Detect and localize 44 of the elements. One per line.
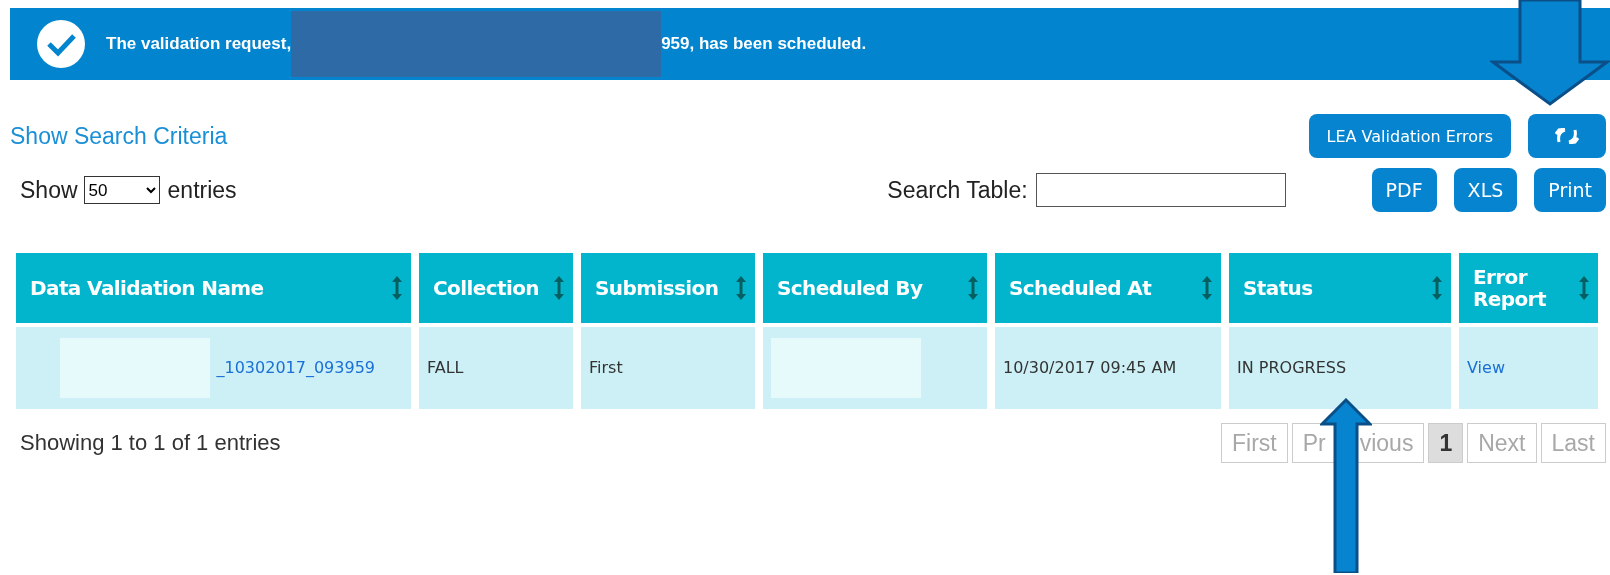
column-header[interactable]: Error Report bbox=[1459, 253, 1598, 323]
search-label: Search Table: bbox=[887, 176, 1028, 204]
column-header[interactable]: Scheduled At bbox=[995, 253, 1221, 323]
column-title: Collection bbox=[433, 277, 539, 299]
row-link[interactable]: _10302017_093959 bbox=[216, 355, 375, 381]
column-title: Scheduled At bbox=[1009, 277, 1152, 299]
page-button[interactable]: 1 bbox=[1428, 423, 1464, 463]
cell-text: First bbox=[589, 357, 623, 380]
sort-icon[interactable] bbox=[1201, 275, 1213, 301]
entries-select[interactable]: 50 bbox=[83, 176, 160, 204]
column-title: Data Validation Name bbox=[30, 277, 264, 299]
column-header[interactable]: Data Validation Name bbox=[16, 253, 411, 323]
refresh-icon bbox=[1554, 128, 1580, 144]
search-field[interactable] bbox=[1035, 173, 1286, 207]
cell-text: IN PROGRESS bbox=[1237, 357, 1347, 380]
export-button[interactable]: PDF bbox=[1371, 168, 1437, 212]
export-button[interactable]: XLS bbox=[1453, 168, 1518, 212]
column-title: Status bbox=[1243, 277, 1313, 299]
column-title: Submission bbox=[595, 277, 719, 299]
row-link[interactable]: View bbox=[1467, 355, 1505, 381]
show-label: Show bbox=[20, 176, 78, 204]
column-title: Scheduled By bbox=[777, 277, 923, 299]
sort-icon[interactable] bbox=[1578, 275, 1590, 301]
check-icon bbox=[36, 19, 86, 69]
show-search-criteria-link[interactable]: Show Search Criteria bbox=[10, 122, 228, 150]
entries-info: Showing 1 to 1 of 1 entries bbox=[20, 430, 281, 456]
refresh-button[interactable] bbox=[1528, 114, 1606, 158]
column-header[interactable]: Status bbox=[1229, 253, 1451, 323]
export-button[interactable]: Print bbox=[1534, 168, 1606, 212]
sort-icon[interactable] bbox=[391, 275, 403, 301]
sort-icon[interactable] bbox=[967, 275, 979, 301]
lea-validation-errors-button[interactable]: LEA Validation Errors bbox=[1308, 114, 1511, 158]
banner-message: 959, has been scheduled. bbox=[661, 34, 867, 54]
column-header[interactable]: Scheduled By bbox=[763, 253, 987, 323]
column-header[interactable]: Collection bbox=[419, 253, 573, 323]
cell-text: 10/30/2017 09:45 AM bbox=[1003, 357, 1177, 380]
banner-message: The validation request, bbox=[106, 34, 292, 54]
cell-text: FALL bbox=[427, 357, 464, 380]
entries-label: entries bbox=[167, 176, 237, 204]
sort-icon[interactable] bbox=[1431, 275, 1443, 301]
column-title: Error Report bbox=[1473, 266, 1547, 310]
column-header[interactable]: Submission bbox=[581, 253, 755, 323]
sort-icon[interactable] bbox=[553, 275, 565, 301]
sort-icon[interactable] bbox=[735, 275, 747, 301]
